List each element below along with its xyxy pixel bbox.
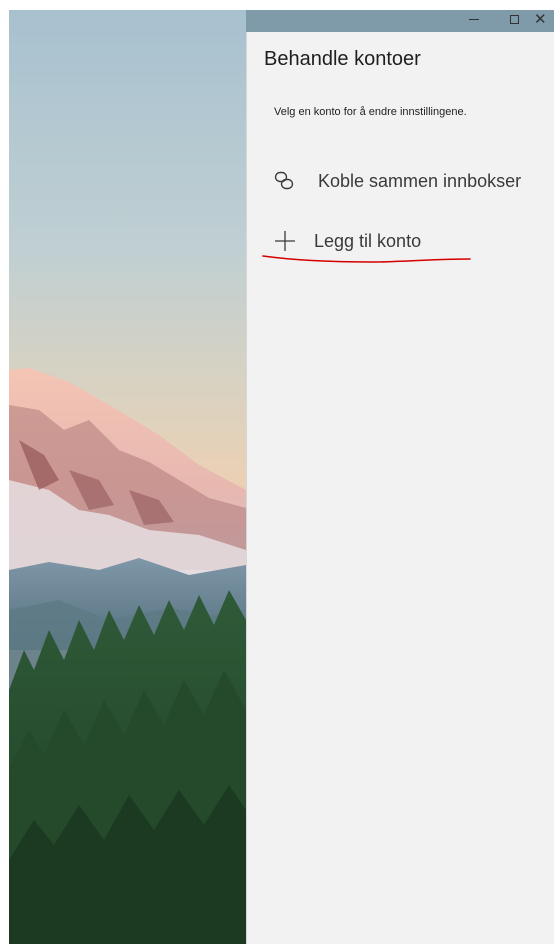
close-button[interactable]: ✕ (534, 10, 554, 28)
plus-icon (273, 227, 301, 255)
link-inboxes-label: Koble sammen innbokser (318, 170, 522, 191)
add-account-label: Legg til konto (314, 230, 422, 251)
maximize-button[interactable] (494, 10, 534, 28)
link-inboxes-button[interactable]: Koble sammen innbokser (273, 164, 521, 198)
panel-subtitle: Velg en konto for å endre innstillingene… (274, 106, 467, 118)
minimize-button[interactable] (454, 10, 494, 28)
add-account-button[interactable]: Legg til konto (273, 224, 421, 258)
screen: ✕ Behandle kontoer Velg en konto for å e… (0, 0, 554, 944)
close-icon: ✕ (534, 10, 547, 28)
manage-accounts-panel: Behandle kontoer Velg en konto for å end… (246, 32, 554, 944)
left-edge-strip (0, 0, 9, 944)
panel-title: Behandle kontoer (264, 48, 421, 70)
link-icon (273, 167, 301, 195)
maximize-icon (509, 14, 519, 24)
minimize-icon (469, 18, 479, 20)
window-controls: ✕ (454, 10, 554, 28)
